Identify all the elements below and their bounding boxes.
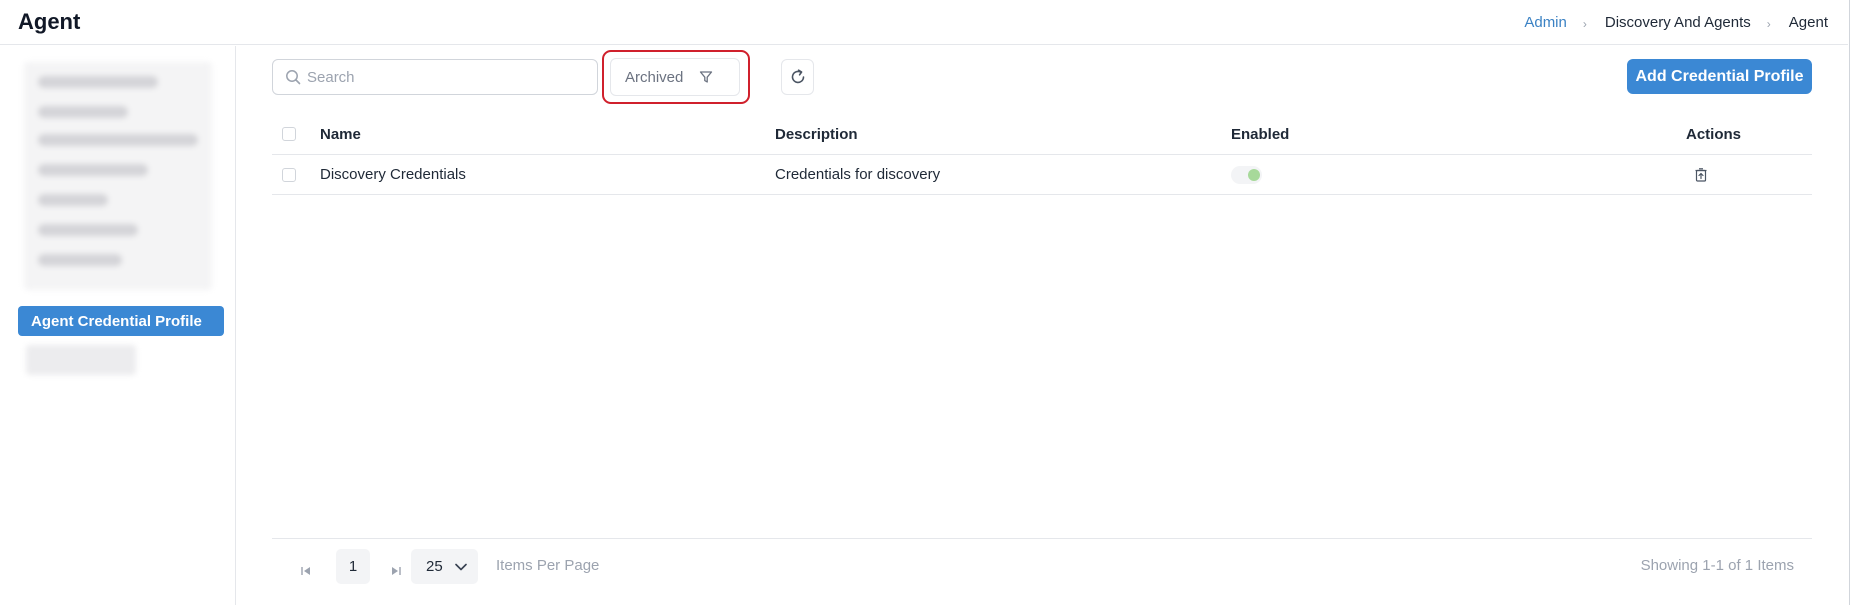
refresh-button[interactable] — [781, 59, 814, 95]
refresh-icon — [791, 69, 804, 84]
row-checkbox[interactable] — [282, 167, 296, 182]
add-credential-profile-button[interactable]: Add Credential Profile — [1627, 59, 1812, 94]
row-select-cell — [282, 155, 296, 194]
page-size-select[interactable]: 25 — [411, 549, 478, 584]
breadcrumb-separator: › — [1582, 16, 1587, 31]
column-header-name[interactable]: Name — [320, 114, 361, 154]
page-size-value: 25 — [426, 558, 443, 575]
select-all-checkbox[interactable] — [282, 127, 296, 141]
main-content: Archived Add Credential Profile — [236, 46, 1848, 605]
page-header: Agent Admin › Discovery And Agents › Age… — [0, 0, 1848, 45]
first-page-icon — [301, 567, 310, 575]
app-frame: Agent Admin › Discovery And Agents › Age… — [0, 0, 1850, 605]
row-actions-cell — [1686, 155, 1708, 194]
page-title: Agent — [18, 9, 81, 34]
chevron-down-icon — [454, 563, 467, 571]
pagination-summary: Showing 1-1 of 1 Items — [1640, 557, 1794, 574]
last-page-button[interactable] — [388, 563, 404, 579]
archived-filter-label: Archived — [625, 68, 684, 86]
credential-profile-table: Name Description Enabled Actions Discove… — [272, 114, 1812, 195]
sidebar: Agent Credential Profile — [0, 46, 236, 605]
breadcrumb-discovery-and-agents[interactable]: Discovery And Agents — [1605, 14, 1751, 31]
breadcrumb-admin[interactable]: Admin — [1524, 14, 1567, 31]
column-header-enabled[interactable]: Enabled — [1231, 114, 1289, 154]
last-page-icon — [392, 567, 401, 575]
row-description: Credentials for discovery — [775, 166, 941, 183]
blurred-menu-item — [26, 345, 136, 375]
breadcrumb-current: Agent — [1788, 13, 1828, 31]
row-enabled-cell — [1231, 155, 1262, 194]
select-all-cell — [282, 114, 296, 154]
row-name[interactable]: Discovery Credentials — [320, 155, 466, 194]
blurred-menu-items — [24, 62, 212, 290]
unarchive-icon[interactable] — [1694, 167, 1708, 182]
table-header-row: Name Description Enabled Actions — [272, 114, 1812, 155]
column-header-actions: Actions — [1686, 125, 1742, 143]
search-box[interactable] — [272, 59, 598, 95]
first-page-button[interactable] — [298, 563, 314, 579]
pagination-bar: 1 25 Items Per Page Showing 1-1 of 1 Ite… — [272, 538, 1812, 602]
search-icon — [286, 70, 301, 85]
items-per-page-label: Items Per Page — [496, 557, 600, 574]
table-row: Discovery Credentials Credentials for di… — [272, 155, 1812, 195]
current-page-button[interactable]: 1 — [336, 549, 370, 584]
toolbar: Archived Add Credential Profile — [272, 50, 1812, 104]
sidebar-item-agent-credential-profile[interactable]: Agent Credential Profile — [18, 306, 224, 336]
column-header-description[interactable]: Description — [775, 114, 858, 154]
archived-filter[interactable]: Archived — [610, 58, 740, 96]
search-input[interactable] — [307, 68, 587, 86]
breadcrumb: Admin › Discovery And Agents › Agent — [1524, 14, 1828, 31]
filter-icon — [699, 70, 713, 84]
breadcrumb-separator: › — [1766, 16, 1771, 31]
enabled-toggle[interactable] — [1231, 165, 1262, 184]
